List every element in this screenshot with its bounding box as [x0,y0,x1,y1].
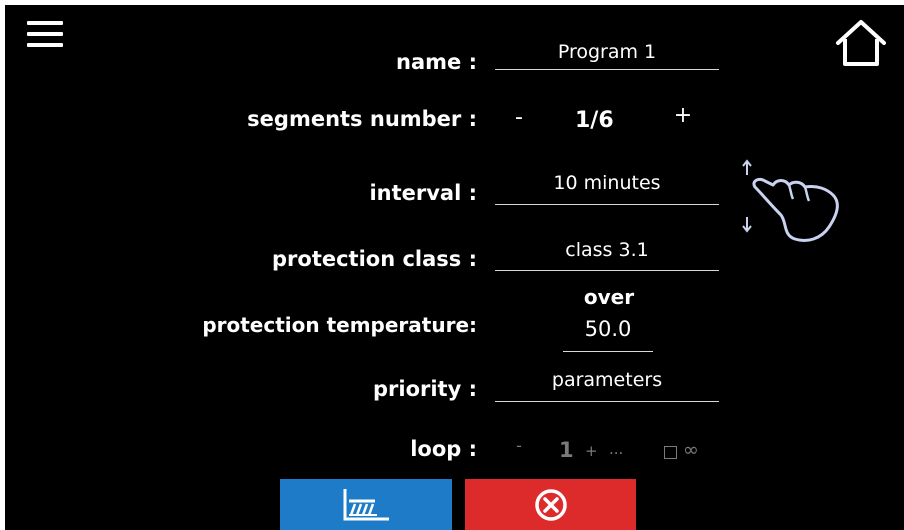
protection-temperature-mode[interactable]: over [565,285,653,309]
infinity-icon: ∞ [683,439,699,461]
protection-class-field[interactable]: class 3.1 [495,239,719,271]
loop-value: 1 [559,438,574,462]
chart-button[interactable] [280,479,452,530]
protection-temperature-label: protection temperature: [202,313,477,337]
name-label: name : [396,50,477,74]
priority-field[interactable]: parameters [495,369,719,402]
protection-temperature-field[interactable]: 50.0 [563,317,653,352]
cancel-circle-x-icon [534,488,567,521]
cancel-button[interactable] [465,479,636,530]
segments-decrease-button[interactable]: - [507,105,531,130]
interval-field[interactable]: 10 minutes [495,172,719,205]
chart-graph-icon [343,488,389,520]
segments-number-label: segments number : [247,107,477,131]
loop-more-button[interactable]: ... [609,440,623,458]
name-field[interactable]: Program 1 [495,41,719,70]
loop-label: loop : [410,437,477,461]
interval-label: interval : [369,181,477,205]
home-icon[interactable] [833,17,889,69]
menu-icon[interactable] [27,21,63,55]
program-settings-screen: name : Program 1 segments number : - 1/6… [5,5,904,530]
loop-increase-button[interactable]: + [585,442,598,460]
segments-number-value: 1/6 [575,108,614,133]
priority-label: priority : [372,377,477,401]
segments-increase-button[interactable]: + [671,103,695,128]
loop-decrease-button[interactable]: - [507,436,531,455]
protection-class-label: protection class : [272,247,477,271]
hand-swipe-icon [735,157,845,247]
loop-infinite-checkbox[interactable] [664,446,677,459]
